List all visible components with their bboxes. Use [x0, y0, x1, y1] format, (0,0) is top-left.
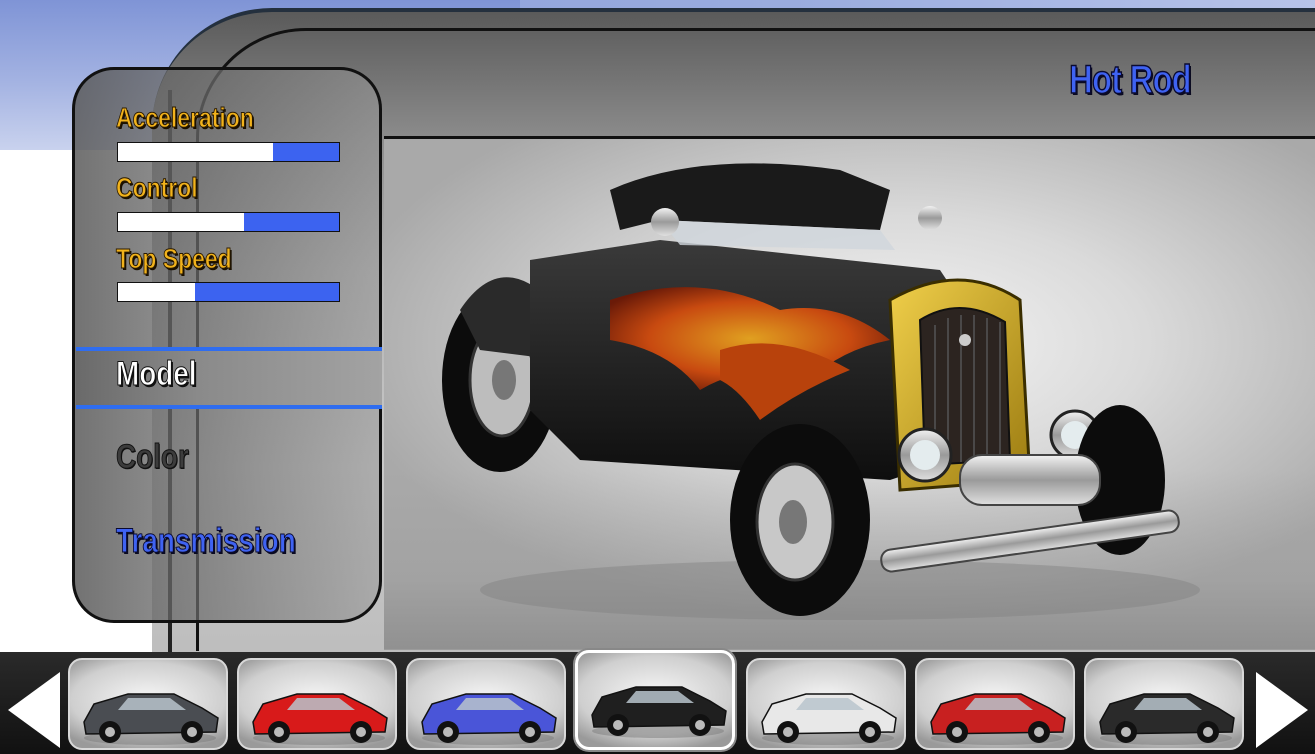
race-stock-car-icon	[930, 693, 1066, 745]
car-thumb-race-stock-car[interactable]	[915, 658, 1075, 750]
menu-item-color[interactable]: Color	[116, 438, 190, 477]
stat-label-acceleration: Acceleration	[116, 102, 255, 134]
stat-fill-control	[118, 213, 244, 231]
stat-label-control: Control	[116, 172, 198, 204]
car-thumb-gray-sports-coupe[interactable]	[68, 658, 228, 750]
car-thumb-blue-roadster[interactable]	[406, 658, 566, 750]
menu-item-transmission[interactable]: Transmission	[116, 522, 297, 561]
stat-fill-top-speed	[118, 283, 196, 301]
title-divider	[384, 136, 1315, 139]
car-name-title: Hot Rod	[1068, 57, 1192, 103]
hot-rod-flames-icon	[591, 686, 727, 738]
car-thumb-police-cruiser[interactable]	[746, 658, 906, 750]
blue-roadster-icon	[421, 693, 557, 745]
menu-divider-top	[76, 347, 382, 351]
menu-divider-bottom	[76, 405, 382, 409]
menu-item-model[interactable]: Model	[116, 355, 197, 394]
stat-bar-acceleration	[117, 142, 340, 162]
gray-sports-coupe-icon	[83, 693, 219, 745]
classic-sedan-icon	[1099, 693, 1235, 745]
carousel-right-arrow-icon[interactable]	[1256, 672, 1308, 748]
stat-bar-control	[117, 212, 340, 232]
car-thumb-hot-rod[interactable]	[575, 650, 735, 750]
police-cruiser-icon	[761, 693, 897, 745]
red-supercar-icon	[252, 693, 388, 745]
stat-fill-acceleration	[118, 143, 273, 161]
stat-label-top-speed: Top Speed	[116, 243, 232, 275]
hot-rod-car-render	[442, 163, 1200, 620]
stat-bar-top-speed	[117, 282, 340, 302]
car-thumb-red-supercar[interactable]	[237, 658, 397, 750]
car-thumb-classic-sedan[interactable]	[1084, 658, 1244, 750]
carousel-left-arrow-icon[interactable]	[8, 672, 60, 748]
